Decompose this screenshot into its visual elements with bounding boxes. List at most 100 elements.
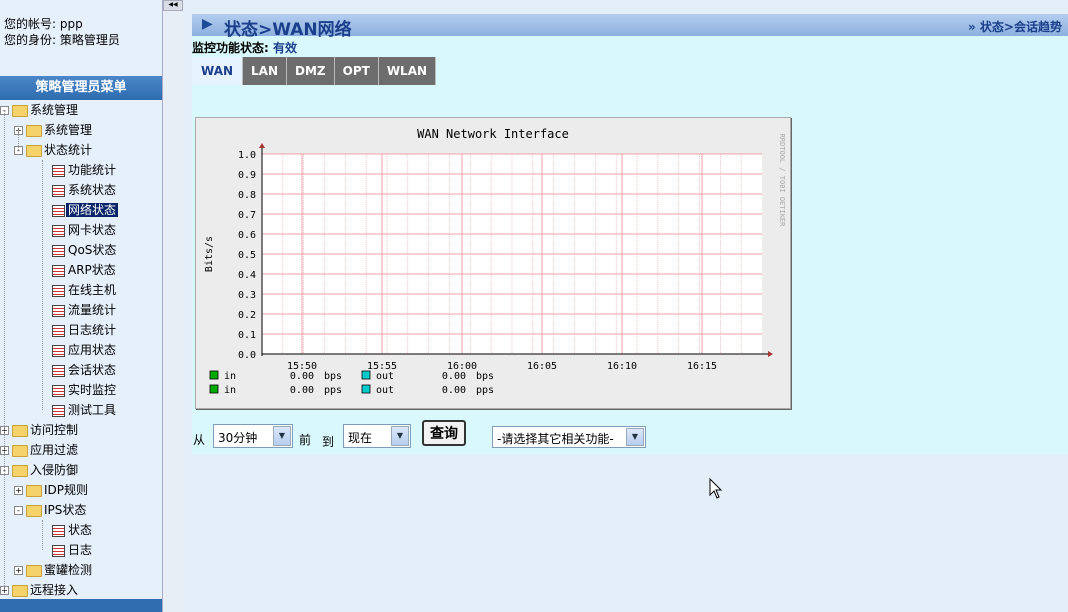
sidebar-item[interactable]: 日志统计 <box>0 320 162 340</box>
page-icon <box>52 265 65 277</box>
menu-header: 策略管理员菜单 <box>0 76 162 100</box>
sidebar-item[interactable]: - 系统管理 <box>0 100 162 120</box>
page-icon <box>52 285 65 297</box>
sidebar-item[interactable]: 在线主机 <box>0 280 162 300</box>
sidebar-item[interactable]: 测试工具 <box>0 400 162 420</box>
legend-name: in <box>224 385 236 396</box>
folder-icon <box>26 485 42 497</box>
main-content: ▶ 状态>WAN网络 » 状态>会话趋势 监控功能状态: 有效 WAN LAN DM… <box>183 0 1068 612</box>
sidebar-item[interactable]: + 应用过滤 <box>0 440 162 460</box>
page-icon <box>52 545 65 557</box>
tree-guide-line <box>42 520 43 550</box>
sidebar-item[interactable]: QoS状态 <box>0 240 162 260</box>
sidebar-item-label: 网络状态 <box>66 203 119 217</box>
chart-title: WAN Network Interface <box>417 127 569 141</box>
monitor-status-value: 有效 <box>272 41 297 55</box>
sidebar-item[interactable]: 系统状态 <box>0 180 162 200</box>
page-icon <box>52 225 65 237</box>
tab-wlan[interactable]: WLAN <box>378 57 437 85</box>
sidebar-item-label: 系统管理 <box>30 103 79 117</box>
from-label: 从 <box>193 433 206 447</box>
sidebar-item[interactable]: 流量统计 <box>0 300 162 320</box>
sidebar-item-label: 访问控制 <box>30 423 79 437</box>
related-link[interactable]: » 状态>会话趋势 <box>968 18 1062 35</box>
interface-tabs: WAN LAN DMZ OPT WLAN <box>192 57 437 85</box>
legend-swatch <box>209 370 219 380</box>
sidebar-item-label: 实时监控 <box>68 383 117 397</box>
sidebar-item[interactable]: 网络状态 <box>0 200 162 220</box>
sidebar-item[interactable]: 功能统计 <box>0 160 162 180</box>
sidebar-item[interactable]: 实时监控 <box>0 380 162 400</box>
sidebar-item[interactable]: + IDP规则 <box>0 480 162 500</box>
y-axis-arrow <box>259 143 265 148</box>
chevron-down-icon[interactable]: ▼ <box>273 426 291 446</box>
time-range-select[interactable]: 30分钟 ▼ <box>213 424 293 448</box>
collapse-sidebar-icon[interactable]: ◀◀ <box>163 0 183 11</box>
page-icon <box>52 245 65 257</box>
content-panel: ▶ 状态>WAN网络 » 状态>会话趋势 监控功能状态: 有效 WAN LAN DM… <box>192 14 1068 454</box>
sidebar-item[interactable]: + 访问控制 <box>0 420 162 440</box>
query-button[interactable]: 查询 <box>422 420 466 446</box>
folder-icon <box>12 465 28 477</box>
page-icon <box>52 325 65 337</box>
folder-icon <box>12 425 28 437</box>
page-title: 状态>WAN网络 <box>224 20 352 40</box>
end-time-select[interactable]: 现在 ▼ <box>343 424 411 448</box>
folder-icon <box>26 565 42 577</box>
y-tick-label: 0.0 <box>238 350 256 361</box>
related-function-value: -请选择其它相关功能- <box>497 432 614 446</box>
sidebar-item[interactable]: - 入侵防御 <box>0 460 162 480</box>
page-icon <box>52 385 65 397</box>
expand-icon[interactable]: + <box>14 566 23 575</box>
sidebar-item[interactable]: 网卡状态 <box>0 220 162 240</box>
collapse-icon[interactable]: - <box>14 506 23 515</box>
tab-dmz[interactable]: DMZ <box>287 57 335 85</box>
sidebar-item[interactable]: ARP状态 <box>0 260 162 280</box>
legend-swatch <box>361 370 371 380</box>
y-tick-label: 0.4 <box>238 270 256 281</box>
y-tick-label: 0.3 <box>238 290 256 301</box>
tree-guide-line <box>4 110 5 590</box>
sidebar-item-label: 在线主机 <box>68 283 117 297</box>
monitor-status: 监控功能状态: 有效 <box>192 39 297 56</box>
sidebar-item-label: 远程接入 <box>30 583 79 597</box>
sidebar-item[interactable]: 状态 <box>0 520 162 540</box>
expand-icon[interactable]: + <box>14 486 23 495</box>
legend-value: 0.00 <box>290 385 314 396</box>
sidebar-item[interactable]: - 状态统计 <box>0 140 162 160</box>
sidebar-item[interactable]: 会话状态 <box>0 360 162 380</box>
chart-credit: RRDTOOL / TOBI OETIKER <box>778 134 786 228</box>
sidebar-item-label: 状态 <box>68 523 93 537</box>
chart-svg: 0.00.10.20.30.40.50.60.70.80.91.015:50 15… <box>204 127 786 396</box>
tab-lan[interactable]: LAN <box>243 57 288 85</box>
folder-icon <box>12 585 28 597</box>
sidebar-item[interactable]: 应用状态 <box>0 340 162 360</box>
sidebar-item[interactable]: + 远程接入 <box>0 580 162 600</box>
chevron-down-icon[interactable]: ▼ <box>391 426 409 446</box>
tab-wan[interactable]: WAN <box>192 57 244 85</box>
page-icon <box>52 405 65 417</box>
y-tick-label: 0.2 <box>238 310 256 321</box>
x-axis-arrow <box>768 351 773 357</box>
sidebar-item-label: 流量统计 <box>68 303 117 317</box>
sidebar-item[interactable]: 日志 <box>0 540 162 560</box>
sidebar-item-label: 入侵防御 <box>30 463 79 477</box>
title-bar: ▶ 状态>WAN网络 » 状态>会话趋势 <box>192 14 1068 40</box>
sidebar-item-label: 系统管理 <box>44 123 93 137</box>
sidebar-item[interactable]: + 蜜罐检测 <box>0 560 162 580</box>
related-function-select[interactable]: -请选择其它相关功能- ▼ <box>492 426 646 448</box>
page-icon <box>52 205 65 217</box>
y-tick-label: 0.8 <box>238 190 256 201</box>
legend-value: 0.00 <box>442 385 466 396</box>
sidebar-item-label: ARP状态 <box>68 263 116 277</box>
sidebar: 您的帐号: ppp 您的身份: 策略管理员 策略管理员菜单 - 系统管理 + 系统管理… <box>0 0 162 612</box>
tab-opt[interactable]: OPT <box>334 57 379 85</box>
sidebar-item[interactable]: + 系统管理 <box>0 120 162 140</box>
sidebar-item-label: IPS状态 <box>44 503 87 517</box>
sidebar-item[interactable]: - IPS状态 <box>0 500 162 520</box>
chevron-down-icon[interactable]: ▼ <box>626 428 644 446</box>
x-tick-label: 16:15 <box>687 361 717 372</box>
tree-guide-line <box>42 160 43 410</box>
y-tick-label: 1.0 <box>238 150 256 161</box>
frame-divider[interactable] <box>162 0 183 612</box>
